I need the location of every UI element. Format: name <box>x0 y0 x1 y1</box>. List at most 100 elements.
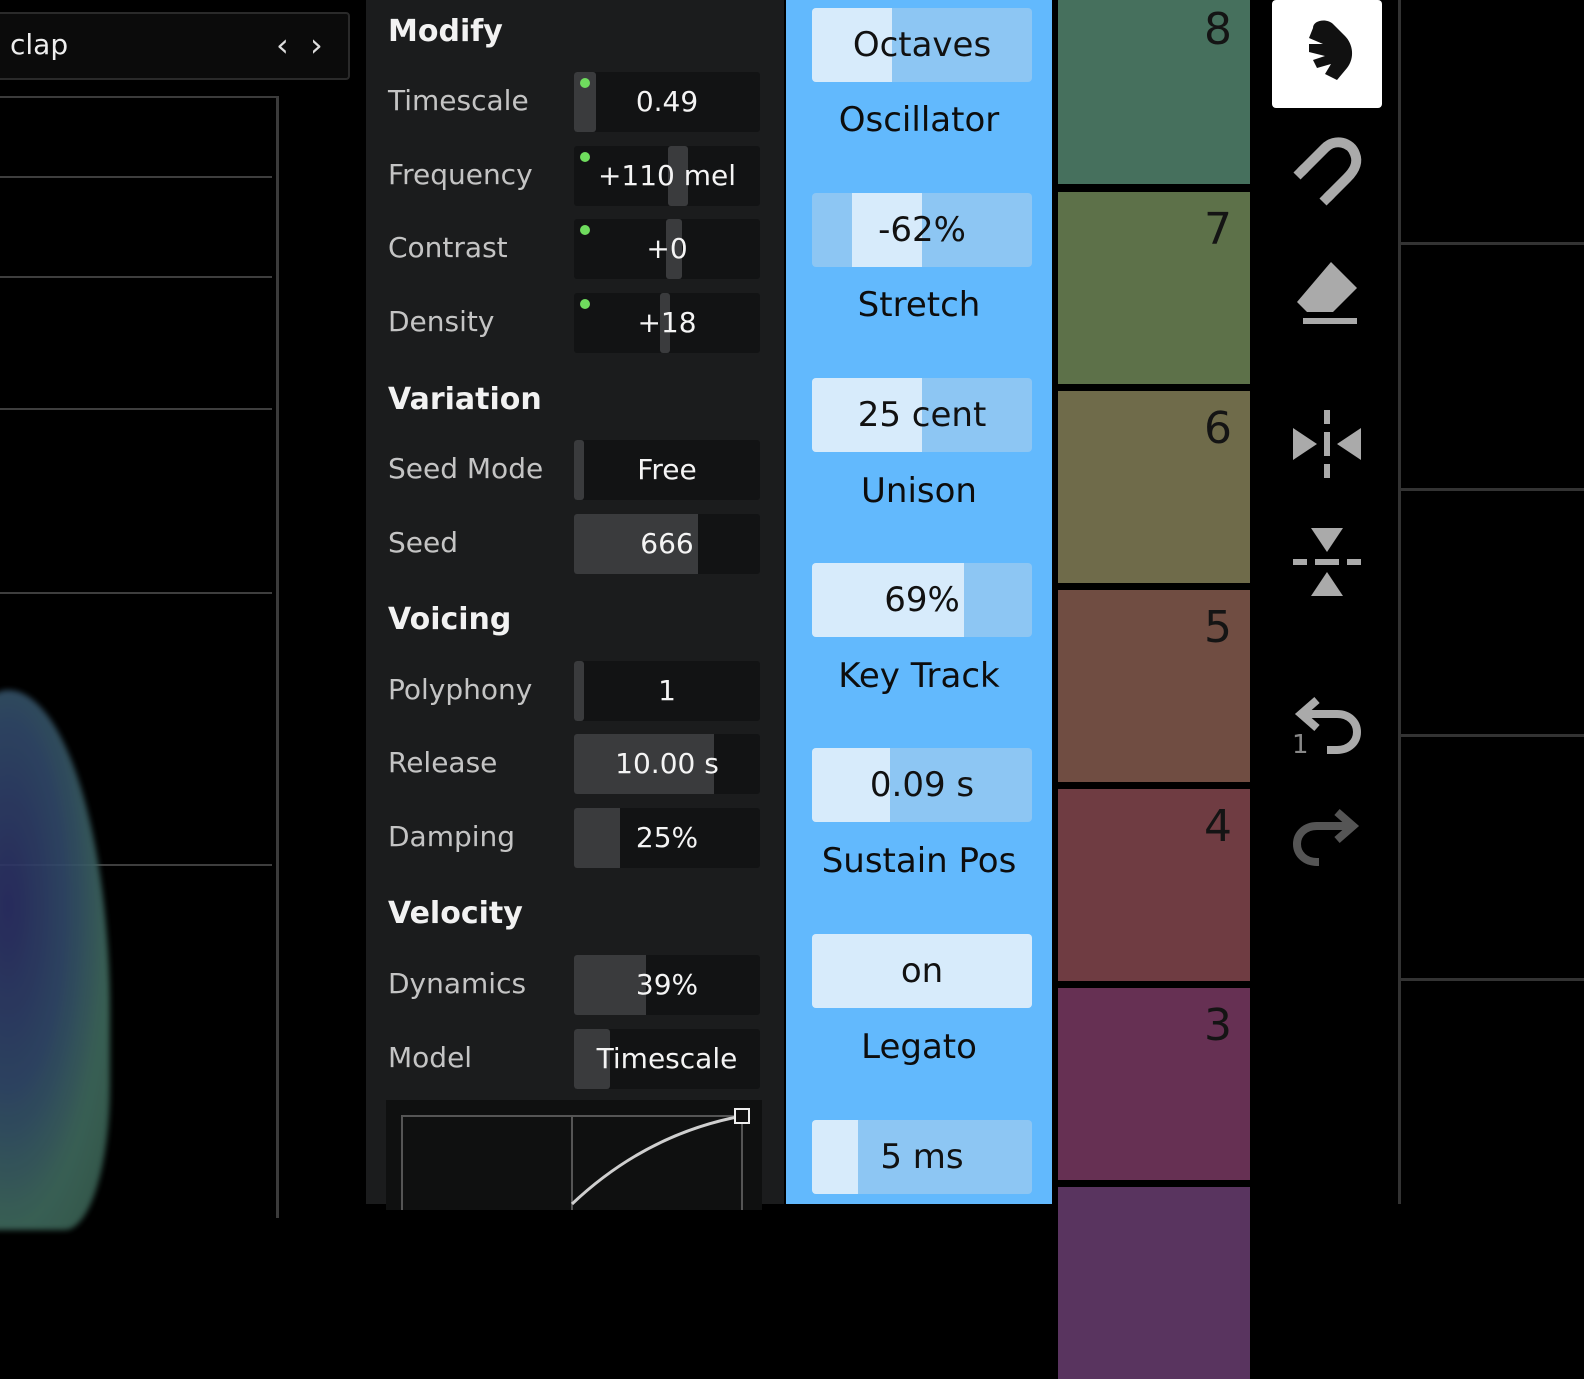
stretch-slider[interactable]: -62% <box>812 193 1032 267</box>
swatch-layer-4[interactable]: 4 <box>1058 789 1250 981</box>
seed-value: 666 <box>640 527 694 560</box>
preset-selector[interactable]: clap ‹ › <box>0 12 350 80</box>
section-title-velocity: Velocity <box>388 896 523 931</box>
damping-label: Damping <box>388 820 516 853</box>
hand-pointer-icon <box>1309 20 1353 80</box>
sustain-pos-value: 0.09 s <box>869 765 975 805</box>
timescale-label: Timescale <box>388 84 529 117</box>
split-vertical-button[interactable] <box>1272 508 1382 616</box>
contrast-slider[interactable]: +0 <box>574 219 760 279</box>
undo-count-badge: 1 <box>1292 730 1309 760</box>
release-value: 10.00 s <box>615 747 719 780</box>
flip-vertical-icon <box>1293 528 1361 596</box>
redo-icon <box>1292 808 1360 866</box>
hand-tool-button[interactable] <box>1272 0 1382 108</box>
split-horizontal-button[interactable] <box>1272 390 1382 498</box>
grid-line <box>0 592 272 594</box>
graph-area: clap ‹ › <box>0 0 366 1230</box>
swatch-number: 3 <box>1204 1000 1232 1051</box>
glide-value: 5 ms <box>880 1137 964 1177</box>
stretch-value: -62% <box>878 210 966 250</box>
stretch-label: Stretch <box>857 285 981 325</box>
unison-label: Unison <box>861 471 977 511</box>
density-slider[interactable]: +18 <box>574 293 760 353</box>
density-label: Density <box>388 305 495 338</box>
section-title-variation: Variation <box>388 382 542 417</box>
unison-slider[interactable]: 25 cent <box>812 378 1032 452</box>
grid-line <box>1401 734 1584 737</box>
magnet-icon <box>1293 137 1362 206</box>
swatch-layer-7[interactable]: 7 <box>1058 192 1250 384</box>
frequency-label: Frequency <box>388 158 533 191</box>
grid-line <box>1401 488 1584 491</box>
swatch-layer-3[interactable]: 3 <box>1058 988 1250 1180</box>
model-value: Timescale <box>596 1042 738 1075</box>
seed-label: Seed <box>388 526 458 559</box>
key-track-slider[interactable]: 69% <box>812 563 1032 637</box>
frequency-value: +110 mel <box>597 159 737 192</box>
eraser-tool-button[interactable] <box>1272 236 1382 344</box>
undo-button[interactable] <box>1272 668 1382 776</box>
contrast-label: Contrast <box>388 231 508 264</box>
tool-column: 1 <box>1262 0 1386 1204</box>
section-title-voicing: Voicing <box>388 602 512 637</box>
contrast-value: +0 <box>646 232 688 265</box>
velocity-curve <box>401 1108 750 1221</box>
octaves-slider[interactable]: Octaves <box>812 8 1032 82</box>
preset-name: clap <box>10 28 69 61</box>
model-selector[interactable]: Timescale <box>574 1029 760 1089</box>
dynamics-label: Dynamics <box>388 967 527 1000</box>
eraser-icon <box>1297 262 1357 324</box>
swatch-layer-2[interactable] <box>1058 1187 1250 1379</box>
grid-line <box>0 408 272 410</box>
swatch-number: 8 <box>1204 4 1232 55</box>
chevron-right-icon[interactable]: › <box>310 26 323 64</box>
timescale-value: 0.49 <box>635 85 699 118</box>
section-title-modify: Modify <box>388 14 503 49</box>
arrangement-grid[interactable] <box>1398 0 1584 1204</box>
release-label: Release <box>388 746 498 779</box>
key-track-value: 69% <box>884 580 960 620</box>
magnet-tool-button[interactable] <box>1272 118 1382 226</box>
swatch-layer-5[interactable]: 5 <box>1058 590 1250 782</box>
sustain-pos-label: Sustain Pos <box>821 841 1017 881</box>
oscillator-column: Octaves Oscillator -62% Stretch 25 cent … <box>786 0 1052 1204</box>
seed-mode-value: Free <box>637 453 697 486</box>
frequency-slider[interactable]: +110 mel <box>574 146 760 206</box>
chevron-left-icon[interactable]: ‹ <box>276 26 289 64</box>
grid-line <box>0 276 272 278</box>
swatch-layer-8[interactable]: 8 <box>1058 0 1250 184</box>
oscillator-label: Oscillator <box>838 100 1000 140</box>
damping-slider[interactable]: 25% <box>574 808 760 868</box>
layer-swatches: 8 7 6 5 4 3 <box>1058 0 1250 1379</box>
damping-value: 25% <box>635 821 699 854</box>
swatch-number: 7 <box>1204 204 1232 255</box>
polyphony-value: 1 <box>658 674 676 707</box>
sustain-pos-slider[interactable]: 0.09 s <box>812 748 1032 822</box>
legato-toggle[interactable]: on <box>812 934 1032 1008</box>
swatch-layer-6[interactable]: 6 <box>1058 391 1250 583</box>
grid-line <box>1401 242 1584 245</box>
timescale-slider[interactable]: 0.49 <box>574 72 760 132</box>
dynamics-value: 39% <box>635 968 699 1001</box>
density-value: +18 <box>637 306 697 339</box>
velocity-curve-editor[interactable] <box>386 1100 762 1221</box>
grid-line <box>1401 978 1584 981</box>
polyphony-slider[interactable]: 1 <box>574 661 760 721</box>
swatch-number: 4 <box>1204 801 1232 852</box>
octaves-value: Octaves <box>852 25 992 65</box>
flip-horizontal-icon <box>1293 410 1361 478</box>
swatch-number: 6 <box>1204 403 1232 454</box>
key-track-label: Key Track <box>838 656 1000 696</box>
legato-value: on <box>900 951 944 991</box>
legato-label: Legato <box>861 1027 977 1067</box>
redo-button[interactable] <box>1272 780 1382 888</box>
seed-mode-label: Seed Mode <box>388 452 544 485</box>
seed-mode-selector[interactable]: Free <box>574 440 760 500</box>
swatch-number: 5 <box>1204 602 1232 653</box>
model-label: Model <box>388 1041 473 1074</box>
glide-slider[interactable]: 5 ms <box>812 1120 1032 1194</box>
dynamics-slider[interactable]: 39% <box>574 955 760 1015</box>
release-slider[interactable]: 10.00 s <box>574 734 760 794</box>
seed-slider[interactable]: 666 <box>574 514 760 574</box>
